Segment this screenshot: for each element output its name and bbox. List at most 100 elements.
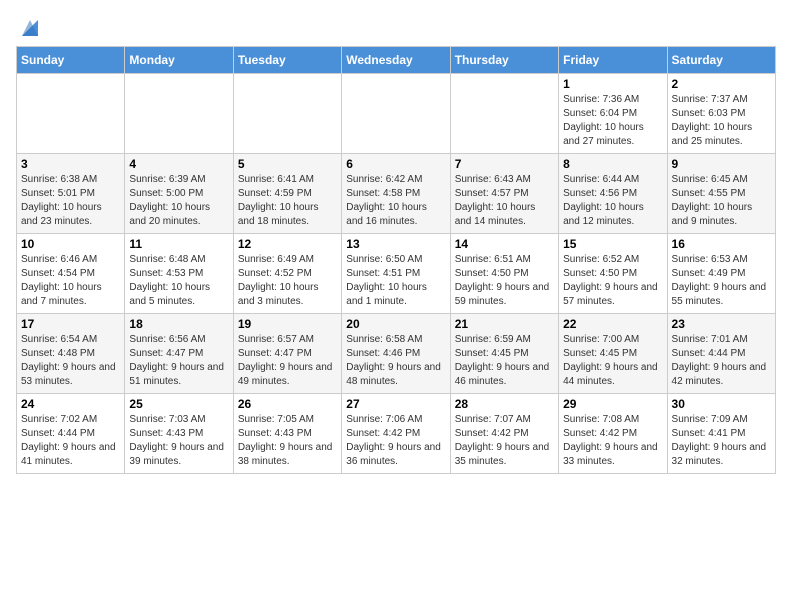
day-info: Sunrise: 6:44 AM Sunset: 4:56 PM Dayligh… [563, 173, 662, 229]
weekday-header: Wednesday [342, 47, 450, 74]
day-info: Sunrise: 6:48 AM Sunset: 4:53 PM Dayligh… [129, 253, 228, 309]
calendar-cell: 9 Sunrise: 6:45 AM Sunset: 4:55 PM Daylig… [667, 154, 775, 234]
calendar-cell: 17 Sunrise: 6:54 AM Sunset: 4:48 PM Dayli… [17, 314, 125, 394]
calendar-cell: 21Sunrise: 6:59 AM Sunset: 4:45 PM Dayli… [450, 314, 558, 394]
calendar-cell: 14Sunrise: 6:51 AM Sunset: 4:50 PM Dayli… [450, 234, 558, 314]
day-number: 1 [563, 77, 662, 91]
calendar-cell: 18 Sunrise: 6:56 AM Sunset: 4:47 PM Dayli… [125, 314, 233, 394]
calendar-week-row: 24Sunrise: 7:02 AM Sunset: 4:44 PM Dayli… [17, 394, 776, 474]
calendar-cell: 22Sunrise: 7:00 AM Sunset: 4:45 PM Dayli… [559, 314, 667, 394]
calendar-cell: 13 Sunrise: 6:50 AM Sunset: 4:51 PM Dayli… [342, 234, 450, 314]
calendar-cell: 15 Sunrise: 6:52 AM Sunset: 4:50 PM Dayli… [559, 234, 667, 314]
calendar-week-row: 17 Sunrise: 6:54 AM Sunset: 4:48 PM Dayli… [17, 314, 776, 394]
day-info: Sunrise: 7:03 AM Sunset: 4:43 PM Dayligh… [129, 413, 228, 469]
calendar-cell: 11 Sunrise: 6:48 AM Sunset: 4:53 PM Dayli… [125, 234, 233, 314]
calendar-cell [125, 74, 233, 154]
calendar-cell: 2 Sunrise: 7:37 AM Sunset: 6:03 PM Daylig… [667, 74, 775, 154]
weekday-header: Sunday [17, 47, 125, 74]
day-number: 28 [455, 397, 554, 411]
day-number: 30 [672, 397, 771, 411]
day-info: Sunrise: 6:56 AM Sunset: 4:47 PM Dayligh… [129, 333, 228, 389]
day-number: 19 [238, 317, 337, 331]
day-number: 15 [563, 237, 662, 251]
day-info: Sunrise: 7:01 AM Sunset: 4:44 PM Dayligh… [672, 333, 771, 389]
day-info: Sunrise: 6:41 AM Sunset: 4:59 PM Dayligh… [238, 173, 337, 229]
calendar-cell: 23 Sunrise: 7:01 AM Sunset: 4:44 PM Dayli… [667, 314, 775, 394]
day-number: 5 [238, 157, 337, 171]
day-number: 29 [563, 397, 662, 411]
day-info: Sunrise: 7:05 AM Sunset: 4:43 PM Dayligh… [238, 413, 337, 469]
day-info: Sunrise: 7:08 AM Sunset: 4:42 PM Dayligh… [563, 413, 662, 469]
calendar-cell: 24Sunrise: 7:02 AM Sunset: 4:44 PM Dayli… [17, 394, 125, 474]
day-info: Sunrise: 6:59 AM Sunset: 4:45 PM Dayligh… [455, 333, 554, 389]
day-info: Sunrise: 6:46 AM Sunset: 4:54 PM Dayligh… [21, 253, 120, 309]
day-number: 24 [21, 397, 120, 411]
calendar-cell: 6 Sunrise: 6:42 AM Sunset: 4:58 PM Daylig… [342, 154, 450, 234]
calendar-cell: 25 Sunrise: 7:03 AM Sunset: 4:43 PM Dayli… [125, 394, 233, 474]
calendar-cell: 27 Sunrise: 7:06 AM Sunset: 4:42 PM Dayli… [342, 394, 450, 474]
calendar-cell [17, 74, 125, 154]
day-number: 2 [672, 77, 771, 91]
day-info: Sunrise: 6:39 AM Sunset: 5:00 PM Dayligh… [129, 173, 228, 229]
day-number: 12 [238, 237, 337, 251]
day-number: 16 [672, 237, 771, 251]
calendar-week-row: 1 Sunrise: 7:36 AM Sunset: 6:04 PM Daylig… [17, 74, 776, 154]
day-number: 9 [672, 157, 771, 171]
calendar-cell: 20 Sunrise: 6:58 AM Sunset: 4:46 PM Dayli… [342, 314, 450, 394]
weekday-header: Thursday [450, 47, 558, 74]
day-info: Sunrise: 6:58 AM Sunset: 4:46 PM Dayligh… [346, 333, 445, 389]
calendar-week-row: 3 Sunrise: 6:38 AM Sunset: 5:01 PM Daylig… [17, 154, 776, 234]
calendar-cell [233, 74, 341, 154]
day-info: Sunrise: 6:45 AM Sunset: 4:55 PM Dayligh… [672, 173, 771, 229]
calendar-cell: 19Sunrise: 6:57 AM Sunset: 4:47 PM Dayli… [233, 314, 341, 394]
calendar-cell: 10 Sunrise: 6:46 AM Sunset: 4:54 PM Dayli… [17, 234, 125, 314]
day-number: 20 [346, 317, 445, 331]
calendar-cell: 4 Sunrise: 6:39 AM Sunset: 5:00 PM Daylig… [125, 154, 233, 234]
calendar-week-row: 10 Sunrise: 6:46 AM Sunset: 4:54 PM Dayli… [17, 234, 776, 314]
weekday-header: Tuesday [233, 47, 341, 74]
day-number: 3 [21, 157, 120, 171]
day-info: Sunrise: 7:09 AM Sunset: 4:41 PM Dayligh… [672, 413, 771, 469]
calendar-cell: 5 Sunrise: 6:41 AM Sunset: 4:59 PM Daylig… [233, 154, 341, 234]
day-info: Sunrise: 7:36 AM Sunset: 6:04 PM Dayligh… [563, 93, 662, 149]
weekday-header: Friday [559, 47, 667, 74]
day-info: Sunrise: 6:42 AM Sunset: 4:58 PM Dayligh… [346, 173, 445, 229]
logo-icon [20, 16, 40, 38]
day-number: 27 [346, 397, 445, 411]
day-number: 23 [672, 317, 771, 331]
day-info: Sunrise: 6:52 AM Sunset: 4:50 PM Dayligh… [563, 253, 662, 309]
day-info: Sunrise: 7:00 AM Sunset: 4:45 PM Dayligh… [563, 333, 662, 389]
calendar-cell: 16 Sunrise: 6:53 AM Sunset: 4:49 PM Dayli… [667, 234, 775, 314]
calendar-cell [342, 74, 450, 154]
logo [16, 16, 40, 38]
day-info: Sunrise: 7:06 AM Sunset: 4:42 PM Dayligh… [346, 413, 445, 469]
day-number: 25 [129, 397, 228, 411]
day-info: Sunrise: 6:53 AM Sunset: 4:49 PM Dayligh… [672, 253, 771, 309]
day-info: Sunrise: 6:38 AM Sunset: 5:01 PM Dayligh… [21, 173, 120, 229]
day-info: Sunrise: 6:54 AM Sunset: 4:48 PM Dayligh… [21, 333, 120, 389]
calendar-cell: 26 Sunrise: 7:05 AM Sunset: 4:43 PM Dayli… [233, 394, 341, 474]
weekday-header-row: SundayMondayTuesdayWednesdayThursdayFrid… [17, 47, 776, 74]
calendar-cell: 29 Sunrise: 7:08 AM Sunset: 4:42 PM Dayli… [559, 394, 667, 474]
day-info: Sunrise: 7:07 AM Sunset: 4:42 PM Dayligh… [455, 413, 554, 469]
day-number: 11 [129, 237, 228, 251]
day-number: 26 [238, 397, 337, 411]
day-number: 6 [346, 157, 445, 171]
calendar-cell: 1 Sunrise: 7:36 AM Sunset: 6:04 PM Daylig… [559, 74, 667, 154]
calendar-cell: 3 Sunrise: 6:38 AM Sunset: 5:01 PM Daylig… [17, 154, 125, 234]
day-number: 10 [21, 237, 120, 251]
day-number: 7 [455, 157, 554, 171]
day-number: 13 [346, 237, 445, 251]
weekday-header: Monday [125, 47, 233, 74]
calendar-table: SundayMondayTuesdayWednesdayThursdayFrid… [16, 46, 776, 474]
calendar-cell: 8Sunrise: 6:44 AM Sunset: 4:56 PM Daylig… [559, 154, 667, 234]
day-number: 4 [129, 157, 228, 171]
calendar-cell [450, 74, 558, 154]
day-info: Sunrise: 6:50 AM Sunset: 4:51 PM Dayligh… [346, 253, 445, 309]
page-header [16, 16, 776, 38]
day-info: Sunrise: 7:37 AM Sunset: 6:03 PM Dayligh… [672, 93, 771, 149]
weekday-header: Saturday [667, 47, 775, 74]
day-number: 17 [21, 317, 120, 331]
calendar-cell: 28 Sunrise: 7:07 AM Sunset: 4:42 PM Dayli… [450, 394, 558, 474]
day-number: 18 [129, 317, 228, 331]
